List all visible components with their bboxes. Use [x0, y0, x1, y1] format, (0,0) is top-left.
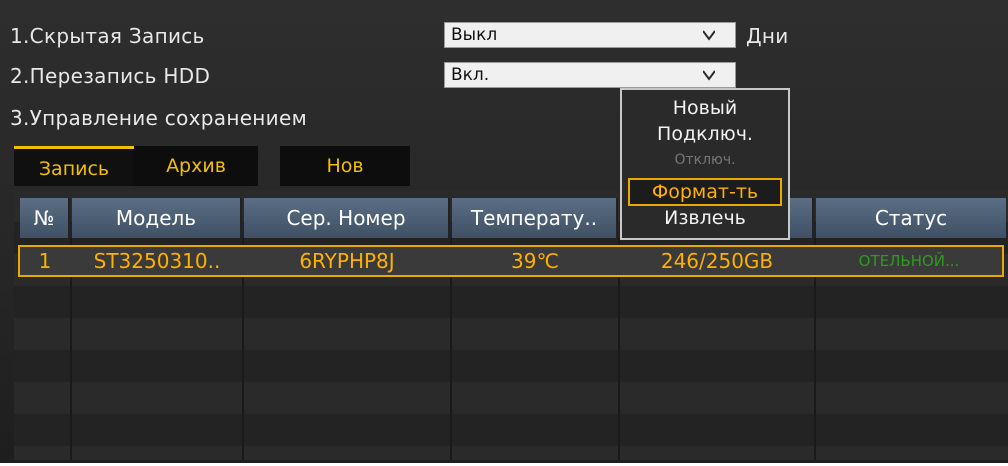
row-capacity: 246/250GB: [660, 249, 774, 273]
hidden-record-value: Выкл: [451, 25, 498, 45]
col-header-serial[interactable]: Сер. Номер: [244, 198, 450, 238]
col-header-temperature[interactable]: Температу..: [452, 198, 618, 238]
hdd-overwrite-value: Вкл.: [451, 65, 490, 85]
col-header-status[interactable]: Статус: [816, 198, 1006, 238]
disk-context-menu: Новый Подключ. Отключ. Формат-ть Извлечь: [620, 88, 790, 240]
menu-item-eject[interactable]: Извлечь: [622, 206, 788, 230]
tab-archive[interactable]: Архив: [134, 146, 258, 186]
hdd-overwrite-dropdown[interactable]: Вкл.: [444, 62, 736, 88]
setting-label-hdd-overwrite: 2.Перезапись HDD: [10, 64, 211, 88]
setting-label-storage-management: 3.Управление сохранением: [10, 106, 307, 130]
row-status: ОТЕЛЬНОЙ...: [858, 252, 960, 270]
row-temperature: 39℃: [511, 249, 559, 273]
chevron-down-icon: [703, 70, 715, 81]
menu-item-format[interactable]: Формат-ть: [628, 178, 782, 206]
setting-label-hidden-record: 1.Скрытая Запись: [10, 24, 205, 48]
col-header-model[interactable]: Модель: [72, 198, 242, 238]
row-model: ST3250310..: [93, 249, 221, 273]
menu-item-connect[interactable]: Подключ.: [622, 122, 788, 146]
chevron-down-icon: [703, 30, 715, 41]
menu-item-new[interactable]: Новый: [622, 96, 788, 120]
dvr-hdd-management-screen: 1.Скрытая Запись 2.Перезапись HDD 3.Упра…: [0, 0, 1008, 463]
col-header-number[interactable]: №: [20, 198, 70, 238]
row-serial: 6RYPHP8J: [299, 249, 395, 273]
menu-item-disconnect: Отключ.: [674, 152, 736, 168]
row-number: 1: [38, 249, 52, 273]
tab-new[interactable]: Нов: [280, 146, 410, 186]
hidden-record-dropdown[interactable]: Выкл: [444, 22, 736, 48]
tab-record[interactable]: Запись: [14, 146, 134, 186]
days-label: Дни: [746, 24, 789, 48]
